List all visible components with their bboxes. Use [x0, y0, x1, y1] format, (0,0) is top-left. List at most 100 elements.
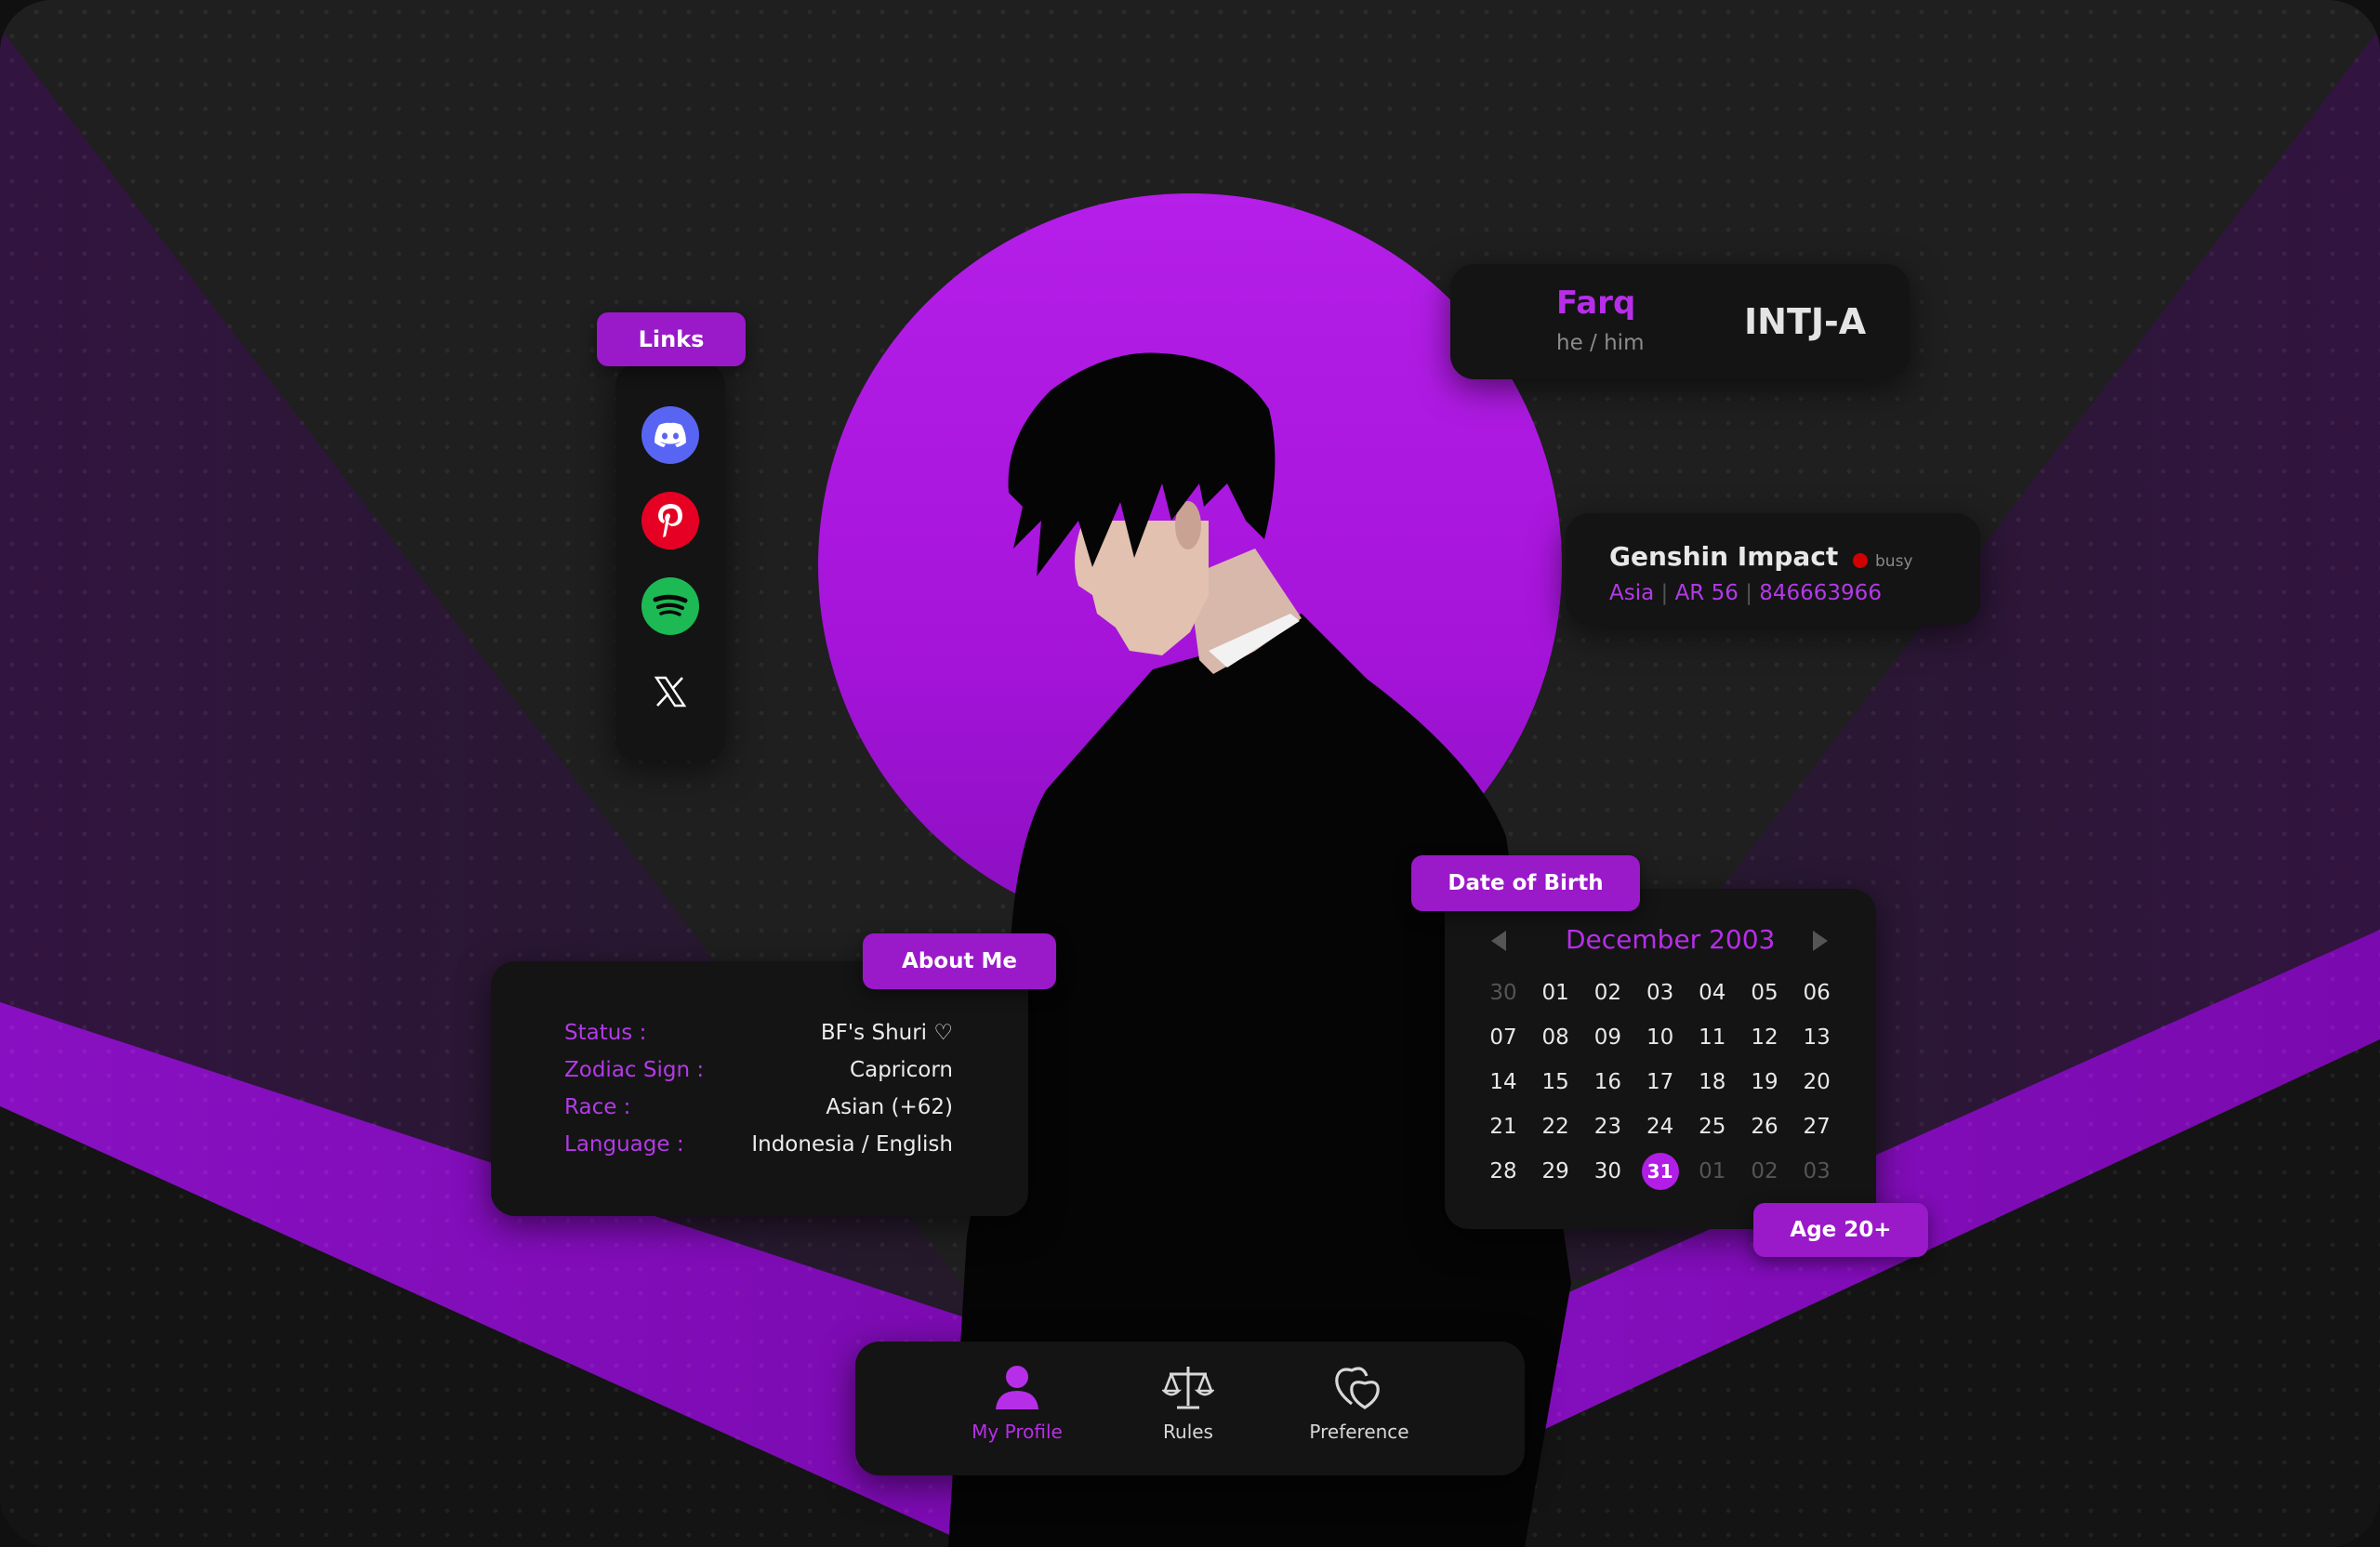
calendar-day-number: 21: [1489, 1115, 1517, 1139]
calendar-day[interactable]: 30: [1477, 974, 1529, 1012]
calendar-day[interactable]: 19: [1739, 1064, 1791, 1101]
calendar-day[interactable]: 01: [1686, 1153, 1739, 1190]
calendar-day-number: 16: [1593, 1070, 1622, 1094]
calendar-day[interactable]: 02: [1581, 974, 1633, 1012]
calendar-day-number: 04: [1699, 981, 1726, 1005]
game-title: Genshin Impact: [1609, 541, 1839, 572]
about-label: Race :: [564, 1095, 631, 1119]
calendar-day[interactable]: 21: [1477, 1108, 1529, 1145]
calendar-day[interactable]: 07: [1477, 1019, 1529, 1056]
calendar-day-number: 06: [1803, 981, 1831, 1005]
calendar-day-number: 09: [1593, 1025, 1622, 1050]
calendar-day[interactable]: 12: [1739, 1019, 1791, 1056]
calendar-day-number: 03: [1803, 1159, 1831, 1183]
calendar-day[interactable]: 03: [1634, 974, 1686, 1012]
calendar-day-number: 03: [1646, 981, 1674, 1005]
calendar-month: December 2003: [1566, 924, 1776, 955]
calendar-day[interactable]: 14: [1477, 1064, 1529, 1101]
calendar-day[interactable]: 17: [1634, 1064, 1686, 1101]
nav-label: Rules: [1163, 1421, 1213, 1443]
about-label: Status :: [564, 1021, 647, 1045]
calendar-day[interactable]: 15: [1529, 1064, 1581, 1101]
calendar-day[interactable]: 05: [1739, 974, 1791, 1012]
calendar-day-number: 30: [1489, 981, 1517, 1005]
nav-my-profile[interactable]: My Profile: [943, 1363, 1091, 1443]
calendar-day-number: 24: [1646, 1115, 1674, 1139]
game-rank: AR 56: [1674, 581, 1739, 605]
calendar-day-number: 23: [1593, 1115, 1622, 1139]
calendar-day-number: 19: [1751, 1070, 1778, 1094]
about-value: Asian (+62): [826, 1095, 953, 1119]
profile-name: Farq: [1556, 284, 1636, 322]
calendar-day-number: 18: [1699, 1070, 1726, 1094]
calendar-day[interactable]: 20: [1791, 1064, 1843, 1101]
about-value: BF's Shuri ♡: [820, 1021, 953, 1045]
calendar-day-number: 30: [1593, 1159, 1622, 1183]
next-month-button[interactable]: [1813, 931, 1828, 951]
calendar-day-number: 25: [1699, 1115, 1726, 1139]
calendar-day[interactable]: 28: [1477, 1153, 1529, 1190]
spotify-icon[interactable]: [641, 577, 699, 635]
calendar-day-number: 31: [1641, 1153, 1679, 1190]
calendar-day[interactable]: 13: [1791, 1019, 1843, 1056]
calendar-day[interactable]: 26: [1739, 1108, 1791, 1145]
mbti-type: INTJ-A: [1744, 301, 1867, 342]
calendar-day-number: 26: [1751, 1115, 1778, 1139]
calendar-day-number: 12: [1751, 1025, 1778, 1050]
pinterest-icon[interactable]: [641, 492, 699, 549]
scales-icon: [1162, 1367, 1214, 1409]
about-panel: [491, 961, 1028, 1216]
calendar-day[interactable]: 02: [1739, 1153, 1791, 1190]
x-icon[interactable]: [641, 663, 699, 721]
calendar-day[interactable]: 03: [1791, 1153, 1843, 1190]
calendar-day[interactable]: 11: [1686, 1019, 1739, 1056]
calendar-day-number: 20: [1803, 1070, 1831, 1094]
discord-icon[interactable]: [641, 406, 699, 464]
about-value: Indonesia / English: [751, 1132, 953, 1157]
calendar-day[interactable]: 16: [1581, 1064, 1633, 1101]
calendar-day[interactable]: 10: [1634, 1019, 1686, 1056]
calendar-day-number: 22: [1541, 1115, 1569, 1139]
about-label: Language :: [564, 1132, 684, 1157]
about-title: About Me: [863, 933, 1056, 989]
profile-pronouns: he / him: [1556, 331, 1645, 355]
nav-rules[interactable]: Rules: [1114, 1363, 1263, 1443]
calendar-day-number: 27: [1803, 1115, 1831, 1139]
calendar-day[interactable]: 06: [1791, 974, 1843, 1012]
calendar-day-number: 01: [1541, 981, 1569, 1005]
game-region: Asia: [1609, 581, 1655, 605]
separator: |: [1660, 581, 1669, 605]
calendar-day[interactable]: 18: [1686, 1064, 1739, 1101]
calendar-day[interactable]: 01: [1529, 974, 1581, 1012]
status-badge: busy: [1875, 552, 1913, 571]
about-label: Zodiac Sign :: [564, 1058, 705, 1082]
calendar-day[interactable]: 24: [1634, 1108, 1686, 1145]
separator: |: [1745, 581, 1752, 605]
hearts-icon: [1335, 1367, 1380, 1409]
calendar-day-number: 07: [1489, 1025, 1517, 1050]
calendar-day[interactable]: 09: [1581, 1019, 1633, 1056]
page-background: Links Farq he / him INTJ-A Genshin Impac…: [0, 0, 2380, 1547]
calendar-day-number: 08: [1541, 1025, 1569, 1050]
nav-preference[interactable]: Preference: [1285, 1363, 1434, 1443]
calendar-day-number: 17: [1646, 1070, 1674, 1094]
nav-label: Preference: [1309, 1421, 1409, 1443]
prev-month-button[interactable]: [1491, 931, 1506, 951]
calendar-day-number: 29: [1541, 1159, 1569, 1183]
calendar-day[interactable]: 25: [1686, 1108, 1739, 1145]
calendar-day[interactable]: 04: [1686, 974, 1739, 1012]
calendar-day[interactable]: 22: [1529, 1108, 1581, 1145]
calendar-day[interactable]: 23: [1581, 1108, 1633, 1145]
status-dot: [1853, 553, 1868, 568]
calendar-day[interactable]: 27: [1791, 1108, 1843, 1145]
calendar-day-number: 14: [1489, 1070, 1517, 1094]
calendar-day-number: 02: [1593, 981, 1622, 1005]
calendar-day-number: 15: [1541, 1070, 1569, 1094]
links-title: Links: [597, 312, 746, 366]
calendar-day[interactable]: 30: [1581, 1153, 1633, 1190]
calendar-day[interactable]: 29: [1529, 1153, 1581, 1190]
calendar-day[interactable]: 08: [1529, 1019, 1581, 1056]
calendar-day-number: 11: [1699, 1025, 1726, 1050]
calendar-day-selected[interactable]: 31: [1634, 1153, 1686, 1190]
calendar-day-number: 01: [1699, 1159, 1726, 1183]
